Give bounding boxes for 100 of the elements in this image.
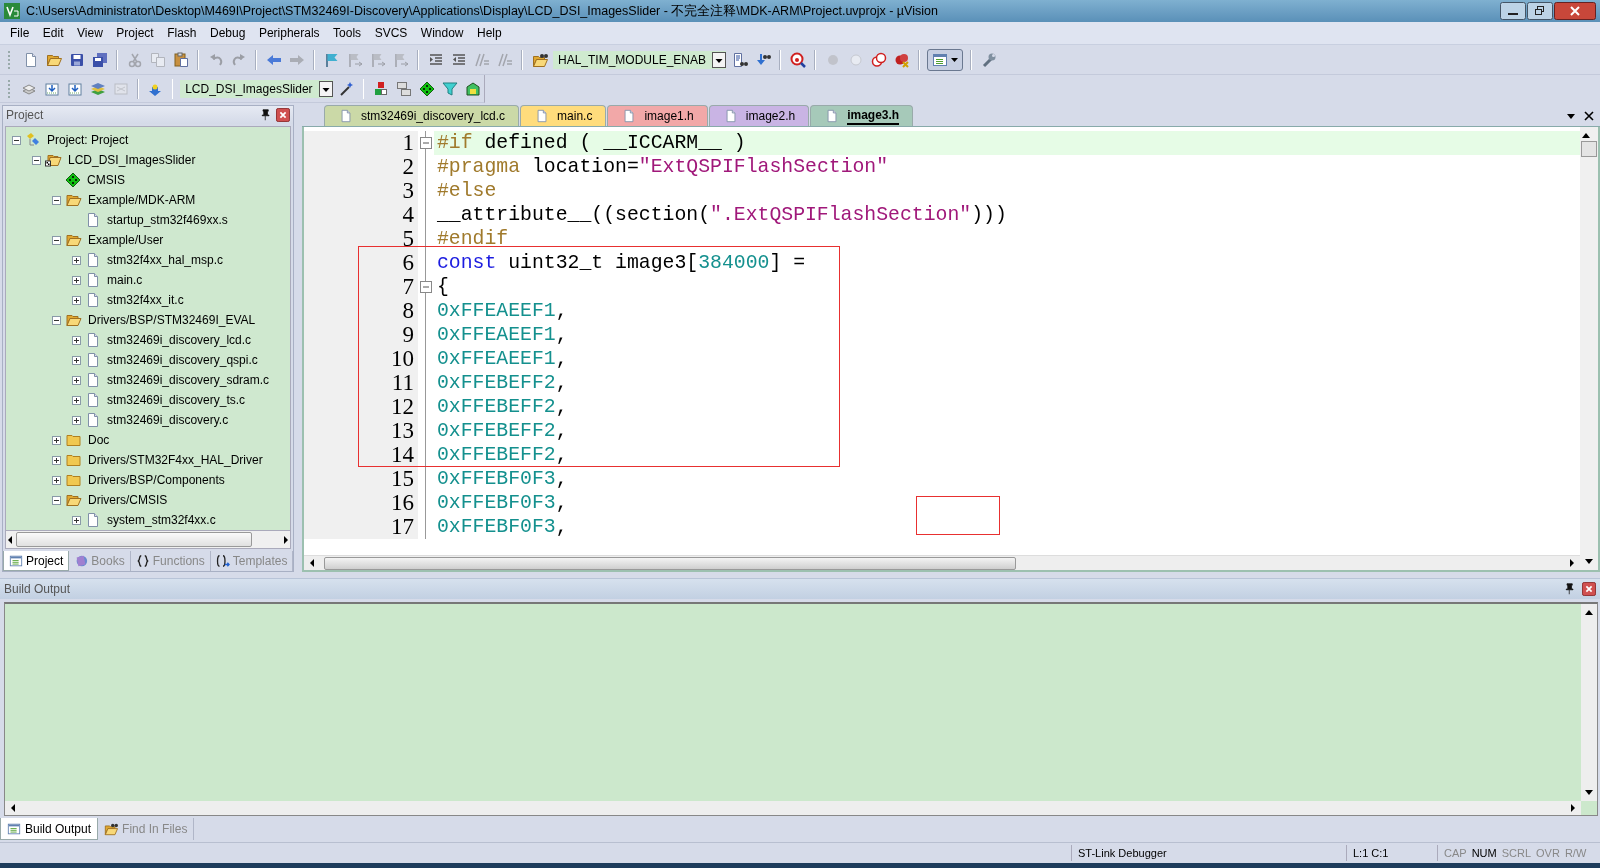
tree-item[interactable]: stm32469i_discovery_qspi.c <box>105 353 260 367</box>
tree-item[interactable]: stm32469i_discovery_ts.c <box>105 393 248 407</box>
flag-icon[interactable] <box>323 51 340 68</box>
expand-icon[interactable] <box>72 395 81 405</box>
close-icon[interactable] <box>1554 2 1596 20</box>
panel-tab[interactable]: Build Output <box>0 818 99 840</box>
save-all-icon[interactable] <box>91 51 108 68</box>
menu-item[interactable]: SVCS <box>368 24 414 42</box>
horizontal-scrollbar[interactable] <box>304 555 1580 570</box>
tree-item[interactable]: Example/User <box>86 233 166 247</box>
unindent-icon[interactable] <box>450 51 467 68</box>
scroll-up-icon[interactable] <box>1584 608 1594 616</box>
menu-item[interactable]: Flash <box>161 24 203 42</box>
expand-icon[interactable] <box>72 255 81 265</box>
collapse-icon[interactable] <box>52 315 61 325</box>
tree-item[interactable]: stm32469i_discovery_lcd.c <box>105 333 254 347</box>
panel-tab[interactable]: Project <box>3 551 70 571</box>
menu-item[interactable]: File <box>4 24 36 42</box>
expand-icon[interactable] <box>72 415 81 425</box>
tree-item[interactable]: Project: Project <box>45 133 131 147</box>
pin-icon[interactable] <box>1564 583 1576 595</box>
breakpoint-icon[interactable] <box>893 51 910 68</box>
editor-tab[interactable]: image1.h <box>607 105 708 126</box>
tree-item[interactable]: stm32f4xx_it.c <box>105 293 186 307</box>
expand-icon[interactable] <box>52 435 61 445</box>
editor-tab[interactable]: stm32469i_discovery_lcd.c <box>324 105 520 126</box>
expand-icon[interactable] <box>52 455 61 465</box>
collapse-icon[interactable] <box>32 155 41 165</box>
build-icon[interactable] <box>43 80 60 97</box>
menu-item[interactable]: Peripherals <box>252 24 326 42</box>
find-icon[interactable] <box>731 51 748 68</box>
dropdown-field[interactable]: LCD_DSI_ImagesSlider <box>180 79 333 98</box>
debug-icon[interactable] <box>789 51 806 68</box>
scroll-thumb[interactable] <box>1581 141 1597 157</box>
collapse-icon[interactable] <box>52 195 61 205</box>
code-line: 0xFFEAEEF1, <box>436 347 568 371</box>
collapse-icon[interactable] <box>52 495 61 505</box>
save-icon[interactable] <box>68 51 85 68</box>
menu-item[interactable]: Edit <box>36 24 70 42</box>
expand-icon[interactable] <box>72 295 81 305</box>
diamond-icon[interactable] <box>418 80 435 97</box>
maximize-icon[interactable] <box>1527 2 1553 20</box>
tree-item[interactable]: LCD_DSI_ImagesSlider <box>66 153 198 167</box>
collapse-icon[interactable] <box>12 135 21 145</box>
menu-item[interactable]: Project <box>110 24 160 42</box>
tree-item[interactable]: stm32469i_discovery_sdram.c <box>105 373 272 387</box>
scroll-left-icon[interactable] <box>9 803 17 813</box>
magic-wand-icon[interactable] <box>338 80 355 97</box>
paste-icon[interactable] <box>172 51 189 68</box>
editor-tab[interactable]: image2.h <box>708 105 810 126</box>
menu-item[interactable]: Window <box>414 24 470 42</box>
close-icon[interactable] <box>1584 111 1594 121</box>
line-number: 4 <box>304 203 418 227</box>
editor-tab[interactable]: main.c <box>520 105 607 126</box>
tree-item[interactable]: Drivers/CMSIS <box>86 493 170 507</box>
window-layout-button[interactable] <box>927 48 964 71</box>
expand-icon[interactable] <box>72 275 81 285</box>
collapse-icon[interactable] <box>52 235 61 245</box>
caret-icon[interactable] <box>1566 111 1576 121</box>
tree-item[interactable]: Drivers/STM32F4xx_HAL_Driver <box>86 453 265 467</box>
tree-item[interactable]: CMSIS <box>85 173 127 187</box>
tree-item[interactable]: system_stm32f4xx.c <box>105 513 218 527</box>
horizontal-scrollbar[interactable] <box>5 531 291 549</box>
tree-item[interactable]: Drivers/BSP/Components <box>86 473 227 487</box>
expand-icon[interactable] <box>52 475 61 485</box>
folder-icon <box>65 232 82 248</box>
expand-icon[interactable] <box>72 355 81 365</box>
tree-item[interactable]: stm32469i_discovery.c <box>105 413 231 427</box>
pin-icon[interactable] <box>260 109 272 121</box>
scroll-down-icon[interactable] <box>1584 789 1594 797</box>
dropdown-field[interactable]: HAL_TIM_MODULE_ENAB <box>553 50 727 69</box>
tree-item[interactable]: main.c <box>105 273 145 287</box>
windows-icon[interactable] <box>395 80 412 97</box>
tree-item[interactable]: stm32f4xx_hal_msp.c <box>105 253 226 267</box>
funnel-icon[interactable] <box>441 80 458 97</box>
packs-icon[interactable] <box>464 80 481 97</box>
rebuild-icon[interactable] <box>66 80 83 97</box>
menu-item[interactable]: Help <box>471 24 508 42</box>
close-icon[interactable] <box>1582 582 1596 596</box>
menu-item[interactable]: Debug <box>204 24 252 42</box>
close-icon[interactable] <box>276 108 290 122</box>
menu-item[interactable]: View <box>71 24 109 42</box>
scroll-right-icon[interactable] <box>1569 803 1577 813</box>
minimize-icon[interactable] <box>1500 2 1526 20</box>
indent-icon[interactable] <box>427 51 444 68</box>
blocks-icon[interactable] <box>372 80 389 97</box>
expand-icon[interactable] <box>72 375 81 385</box>
tree-item[interactable]: Drivers/BSP/STM32469I_EVAL <box>86 313 258 327</box>
expand-icon[interactable] <box>72 515 81 525</box>
vertical-scrollbar[interactable] <box>1580 127 1598 570</box>
editor-tab[interactable]: image3.h <box>810 105 914 126</box>
expand-icon[interactable] <box>72 335 81 345</box>
tree-item[interactable]: Example/MDK-ARM <box>86 193 198 207</box>
tree-item[interactable]: Doc <box>86 433 112 447</box>
find-in-files-icon[interactable] <box>531 51 548 68</box>
wrench-icon[interactable] <box>980 51 997 68</box>
layers-icon[interactable] <box>89 80 106 97</box>
menu-item[interactable]: Tools <box>327 24 368 42</box>
breakpoint-icon[interactable] <box>870 51 887 68</box>
tree-item[interactable]: startup_stm32f469xx.s <box>105 213 230 227</box>
